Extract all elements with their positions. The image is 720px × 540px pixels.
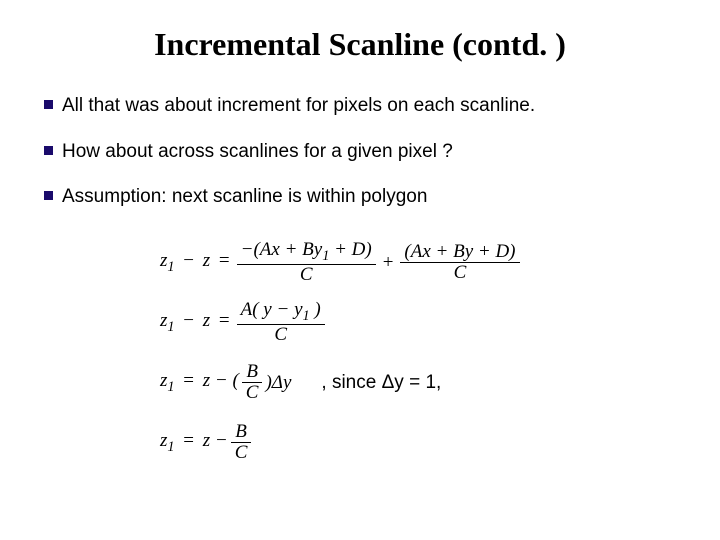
fraction: B C (231, 422, 252, 465)
bullet-item: Assumption: next scanline is within poly… (44, 184, 680, 210)
op-eq: = (219, 250, 230, 271)
eq-text: )Δy (265, 372, 291, 394)
op-plus: + (383, 252, 394, 274)
numerator: B (231, 422, 251, 444)
slide-title: Incremental Scanline (contd. ) (40, 26, 680, 63)
denominator: C (242, 383, 263, 404)
bullet-list: All that was about increment for pixels … (44, 93, 680, 210)
subscript: 1 (167, 439, 174, 455)
eq-text: A( y − y (241, 299, 303, 320)
var: z (203, 310, 210, 331)
fraction: −(Ax + By1 + D) C (237, 240, 376, 286)
eq-text: z1 = z − (160, 430, 228, 456)
eq-text: z − ( (203, 370, 239, 391)
numerator: B (242, 362, 262, 384)
fraction: B C (242, 362, 263, 405)
numerator: −(Ax + By1 + D) (237, 240, 376, 265)
fraction: (Ax + By + D) C (400, 242, 519, 285)
denominator: C (270, 325, 291, 346)
denominator: C (450, 263, 471, 284)
denominator: C (296, 265, 317, 286)
subscript: 1 (303, 308, 310, 324)
fraction: A( y − y1 ) C (237, 300, 325, 346)
denominator: C (231, 443, 252, 464)
equation-4: z1 = z − B C (160, 420, 680, 466)
equation-1: z1 − z = −(Ax + By1 + D) C + (Ax + By + … (160, 240, 680, 286)
subscript: 1 (167, 319, 174, 335)
subscript: 1 (167, 259, 174, 275)
equation-2: z1 − z = A( y − y1 ) C (160, 300, 680, 346)
var: z (203, 250, 210, 271)
eq-text: z1 = z − ( (160, 370, 239, 396)
eq-text: + D) (329, 239, 371, 260)
numerator: A( y − y1 ) (237, 300, 325, 325)
op-eq: = (183, 430, 194, 451)
slide: Incremental Scanline (contd. ) All that … (0, 0, 720, 540)
op-eq: = (219, 310, 230, 331)
op-eq: = (183, 370, 194, 391)
op-minus: − (183, 250, 194, 271)
subscript: 1 (167, 379, 174, 395)
numerator: (Ax + By + D) (400, 242, 519, 264)
eq-text: z1 − z = (160, 250, 234, 276)
eq-text: ) (310, 299, 321, 320)
eq-text: −(Ax + By (241, 239, 323, 260)
equation-3: z1 = z − ( B C )Δy , since Δy = 1, (160, 360, 680, 406)
bullet-item: All that was about increment for pixels … (44, 93, 680, 119)
op-minus: − (183, 310, 194, 331)
bullet-item: How about across scanlines for a given p… (44, 139, 680, 165)
eq-text: z1 − z = (160, 310, 234, 336)
equations-block: z1 − z = −(Ax + By1 + D) C + (Ax + By + … (160, 240, 680, 466)
equation-annotation: , since Δy = 1, (321, 372, 441, 394)
eq-text: z − (203, 430, 228, 451)
